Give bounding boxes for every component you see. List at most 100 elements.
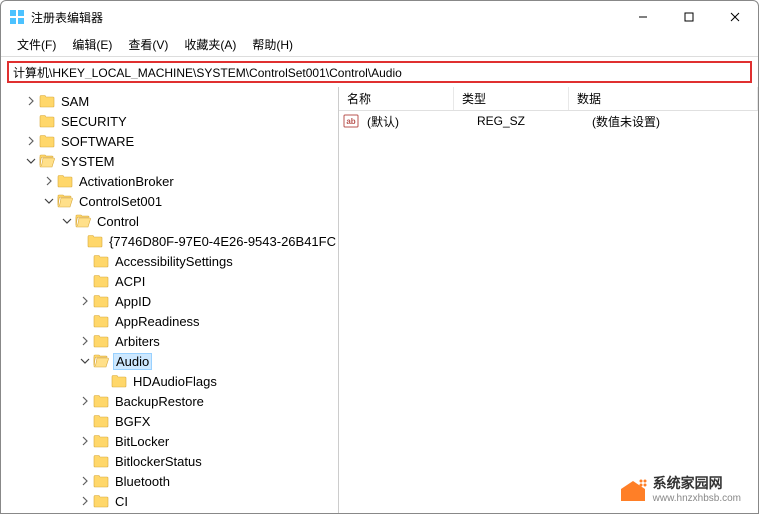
list-header: 名称 类型 数据 — [339, 87, 758, 111]
expand-icon[interactable] — [23, 136, 39, 146]
tree-node-label: {7746D80F-97E0-4E26-9543-26B41FC — [107, 233, 338, 250]
tree-node[interactable]: SOFTWARE — [1, 131, 338, 151]
expand-icon[interactable] — [77, 296, 93, 306]
menu-view[interactable]: 查看(V) — [120, 34, 176, 55]
tree-node[interactable]: AppID — [1, 291, 338, 311]
watermark-title: 系统家园网 — [653, 473, 741, 493]
tree-node[interactable]: Bluetooth — [1, 471, 338, 491]
folder-open-icon — [93, 354, 109, 368]
folder-closed-icon — [111, 374, 127, 388]
tree-node-label: SAM — [59, 93, 91, 110]
folder-closed-icon — [93, 254, 109, 268]
watermark-url: www.hnzxhbsb.com — [653, 493, 741, 504]
tree-node-label: BitlockerStatus — [113, 453, 204, 470]
folder-closed-icon — [93, 494, 109, 508]
collapse-icon[interactable] — [59, 216, 75, 226]
expand-icon[interactable] — [77, 476, 93, 486]
folder-closed-icon — [93, 334, 109, 348]
tree-node-label: AccessibilitySettings — [113, 253, 235, 270]
folder-closed-icon — [87, 234, 103, 248]
string-value-icon — [343, 113, 359, 129]
tree-node-label: Arbiters — [113, 333, 162, 350]
tree-node[interactable]: BGFX — [1, 411, 338, 431]
watermark-logo-icon — [619, 475, 647, 503]
tree-node[interactable]: SECURITY — [1, 111, 338, 131]
watermark: 系统家园网 www.hnzxhbsb.com — [613, 469, 747, 508]
tree-node-label: ActivationBroker — [77, 173, 176, 190]
folder-closed-icon — [57, 174, 73, 188]
cell-name: (默认) — [363, 113, 473, 130]
folder-closed-icon — [93, 434, 109, 448]
tree-node[interactable]: {7746D80F-97E0-4E26-9543-26B41FC — [1, 231, 338, 251]
col-header-type[interactable]: 类型 — [454, 87, 569, 110]
tree-node[interactable]: Control — [1, 211, 338, 231]
tree-node-label: AppID — [113, 293, 153, 310]
maximize-button[interactable] — [666, 1, 712, 33]
addressbar — [7, 61, 752, 83]
col-header-data[interactable]: 数据 — [569, 87, 758, 110]
folder-closed-icon — [93, 474, 109, 488]
folder-open-icon — [39, 154, 55, 168]
collapse-icon[interactable] — [41, 196, 57, 206]
tree-node-label: BGFX — [113, 413, 152, 430]
folder-closed-icon — [39, 94, 55, 108]
folder-closed-icon — [39, 114, 55, 128]
folder-closed-icon — [93, 294, 109, 308]
folder-open-icon — [75, 214, 91, 228]
tree-node[interactable]: BitLocker — [1, 431, 338, 451]
expand-icon[interactable] — [77, 496, 93, 506]
collapse-icon[interactable] — [77, 356, 93, 366]
list-body: (默认)REG_SZ(数值未设置) — [339, 111, 758, 513]
tree-node[interactable]: ACPI — [1, 271, 338, 291]
expand-icon[interactable] — [41, 176, 57, 186]
tree-node[interactable]: AppReadiness — [1, 311, 338, 331]
list-row[interactable]: (默认)REG_SZ(数值未设置) — [339, 111, 758, 131]
menu-edit[interactable]: 编辑(E) — [64, 34, 120, 55]
expand-icon[interactable] — [77, 336, 93, 346]
minimize-button[interactable] — [620, 1, 666, 33]
registry-editor-window: 注册表编辑器 文件(F) 编辑(E) 查看(V) 收藏夹(A) 帮助(H) SA… — [0, 0, 759, 514]
tree-node[interactable]: HDAudioFlags — [1, 371, 338, 391]
expand-icon[interactable] — [23, 96, 39, 106]
tree-node[interactable]: CI — [1, 491, 338, 511]
app-icon — [9, 9, 25, 25]
list-panel: 名称 类型 数据 (默认)REG_SZ(数值未设置) — [339, 87, 758, 513]
tree-node-label: Bluetooth — [113, 473, 172, 490]
tree-node[interactable]: SYSTEM — [1, 151, 338, 171]
tree-node-label: AppReadiness — [113, 313, 202, 330]
tree-node-label: Audio — [113, 353, 152, 370]
menubar: 文件(F) 编辑(E) 查看(V) 收藏夹(A) 帮助(H) — [1, 33, 758, 57]
expand-icon[interactable] — [77, 396, 93, 406]
tree-node-label: Control — [95, 213, 141, 230]
tree-node[interactable]: BitlockerStatus — [1, 451, 338, 471]
folder-closed-icon — [93, 454, 109, 468]
tree-node-label: BitLocker — [113, 433, 171, 450]
tree-node[interactable]: ActivationBroker — [1, 171, 338, 191]
folder-closed-icon — [93, 314, 109, 328]
menu-help[interactable]: 帮助(H) — [244, 34, 301, 55]
tree-node-label: ACPI — [113, 273, 147, 290]
folder-closed-icon — [39, 134, 55, 148]
folder-closed-icon — [93, 414, 109, 428]
tree-node[interactable]: SAM — [1, 91, 338, 111]
expand-icon[interactable] — [77, 436, 93, 446]
tree-node-label: HDAudioFlags — [131, 373, 219, 390]
menu-favorites[interactable]: 收藏夹(A) — [176, 34, 244, 55]
collapse-icon[interactable] — [23, 156, 39, 166]
tree-node-label: SOFTWARE — [59, 133, 136, 150]
folder-closed-icon — [93, 394, 109, 408]
window-title: 注册表编辑器 — [31, 9, 620, 26]
tree-node[interactable]: AccessibilitySettings — [1, 251, 338, 271]
address-input[interactable] — [13, 65, 746, 79]
tree-node[interactable]: BackupRestore — [1, 391, 338, 411]
tree-node[interactable]: Audio — [1, 351, 338, 371]
tree-panel[interactable]: SAM SECURITY SOFTWARESYSTEM ActivationBroke… — [1, 87, 339, 513]
close-button[interactable] — [712, 1, 758, 33]
cell-type: REG_SZ — [473, 114, 588, 128]
col-header-name[interactable]: 名称 — [339, 87, 454, 110]
folder-closed-icon — [93, 274, 109, 288]
menu-file[interactable]: 文件(F) — [9, 34, 64, 55]
tree-node[interactable]: ControlSet001 — [1, 191, 338, 211]
tree-node-label: SECURITY — [59, 113, 129, 130]
tree-node[interactable]: Arbiters — [1, 331, 338, 351]
